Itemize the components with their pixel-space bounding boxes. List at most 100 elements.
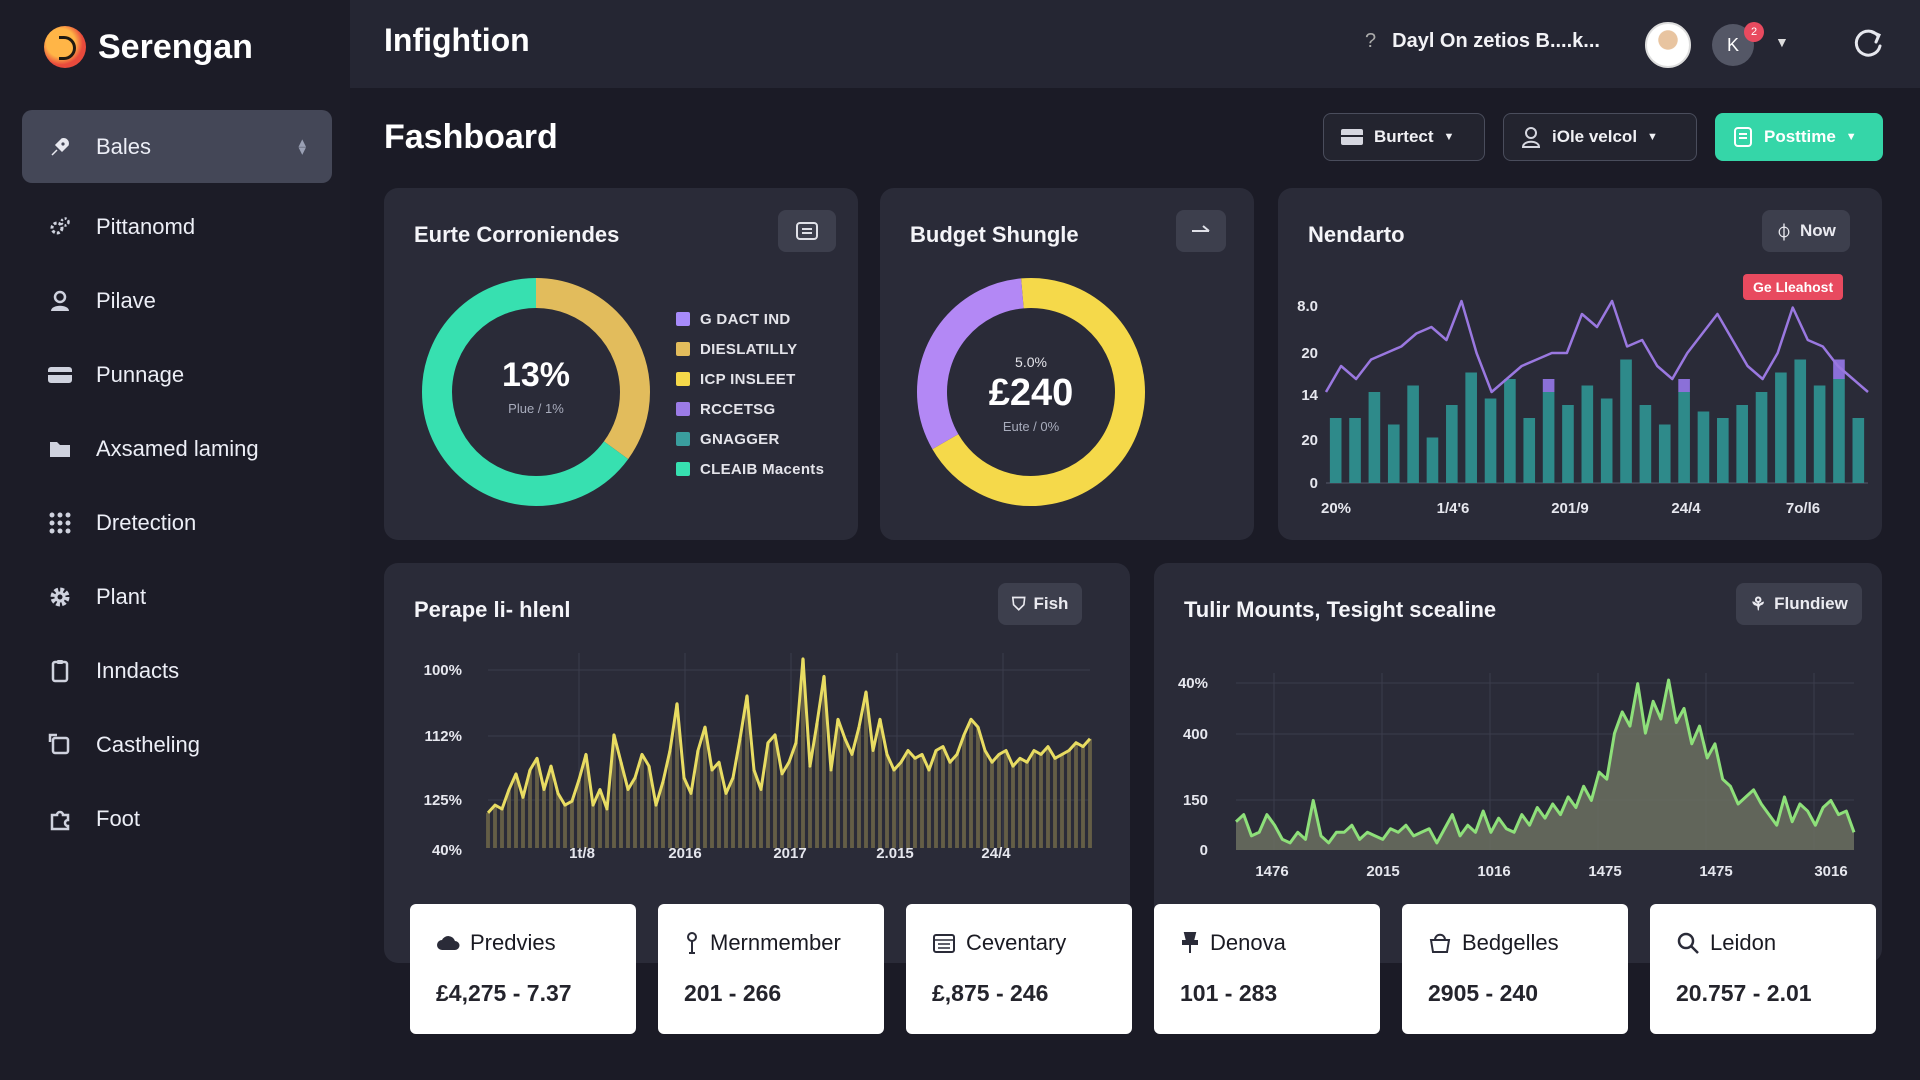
x-tick-label: 1016 <box>1477 863 1510 880</box>
sidebar-item-plant[interactable]: Plant <box>22 561 332 633</box>
x-tick-label: 2.015 <box>876 845 914 862</box>
bar-cap <box>1678 379 1690 392</box>
document-icon <box>1734 127 1752 147</box>
arrow-right-icon <box>1192 225 1210 232</box>
stat-label-row: Ceventary <box>932 930 1066 956</box>
sidebar-item-label: Pilave <box>96 288 156 313</box>
puzzle-icon <box>46 805 74 833</box>
cloud-icon <box>437 936 460 950</box>
stat-card-denova[interactable]: Denova 101 - 283 <box>1154 904 1380 1034</box>
chevron-down-icon: ▼ <box>1845 131 1857 143</box>
stat-card-bedgelles[interactable]: Bedgelles 2905 - 240 <box>1402 904 1628 1034</box>
card-tulir: Tulir Mounts, Tesight scealine ⚘ Flundie… <box>1154 563 1882 963</box>
sidebar-item-pittanomd[interactable]: Pittanomd <box>22 191 332 263</box>
donut-value: £240 <box>988 372 1074 414</box>
bar <box>1833 379 1845 483</box>
donut-center: 13% Plue / 1% <box>420 356 652 416</box>
calendar-icon <box>933 934 955 953</box>
stat-label: Bedgelles <box>1462 930 1559 955</box>
card-expand-button[interactable] <box>1176 210 1226 252</box>
chevron-down-icon[interactable]: ▼ <box>1775 34 1789 50</box>
list-icon <box>796 222 818 240</box>
top-search[interactable]: ? Dayl On zetios B....k... <box>1365 30 1600 53</box>
bar <box>1697 411 1710 483</box>
legend-swatch-5 <box>676 462 690 476</box>
x-tick-label: 7o/l6 <box>1786 500 1820 517</box>
notification-badge[interactable]: 2 <box>1744 22 1764 42</box>
bar <box>1600 398 1613 483</box>
x-tick-label: 24/4 <box>981 845 1011 862</box>
stat-value: 20.757 - 2.01 <box>1676 980 1812 1006</box>
legend-item: CLEAIB Macents <box>676 454 824 484</box>
x-tick-label: 1476 <box>1255 863 1288 880</box>
legend-label: G DACT IND <box>700 310 791 328</box>
card-nendarto: Nendarto ⏀ Now Ge Lleahost 0 20 14 20 8.0 20%… <box>1278 188 1882 540</box>
brand[interactable]: Serengan <box>44 24 253 70</box>
stat-value: 2905 - 240 <box>1428 980 1538 1006</box>
bar <box>1639 405 1652 483</box>
card-perape: Perape li- hlenl ⛉ Fish 40% 125% 112% 100% 1… <box>384 563 1130 963</box>
burtect-label: Burtect <box>1374 127 1434 146</box>
sidebar-item-label: Dretection <box>96 510 197 535</box>
bar <box>1813 385 1826 483</box>
stat-card-mernmember[interactable]: Mernmember 201 - 266 <box>658 904 884 1034</box>
sidebar-item-castheling[interactable]: Castheling <box>22 709 332 781</box>
refresh-icon[interactable] <box>1850 26 1886 62</box>
legend-item: GNAGGER <box>676 424 824 454</box>
stat-card-ceventary[interactable]: Ceventary £,875 - 246 <box>906 904 1132 1034</box>
stat-value: 201 - 266 <box>684 980 782 1006</box>
sidebar-item-foot[interactable]: Foot <box>22 783 332 855</box>
rocket-icon <box>46 133 74 161</box>
card-budget: Budget Shungle 5.0% £240 Eute / 0% <box>880 188 1254 540</box>
burtect-button[interactable]: Burtect ▼ <box>1323 113 1485 161</box>
stat-label-row: Denova <box>1180 930 1286 956</box>
card-menu-button[interactable] <box>778 210 836 252</box>
x-tick-label: 1475 <box>1699 863 1732 880</box>
stat-label: Predvies <box>470 930 556 955</box>
grid-icon <box>46 509 74 537</box>
sidebar-item-axsamed-laming[interactable]: Axsamed laming <box>22 413 332 485</box>
bar <box>1542 392 1555 483</box>
sidebar-item-dretection[interactable]: Dretection <box>22 487 332 559</box>
x-tick-label: 2015 <box>1366 863 1399 880</box>
search-text: Dayl On zetios B....k... <box>1392 30 1600 52</box>
x-tick-label: 2016 <box>668 845 701 862</box>
stat-value: £4,275 - 7.37 <box>436 980 572 1006</box>
donut-top-label: 5.0% <box>1015 354 1047 370</box>
bar-cap <box>1542 379 1555 392</box>
legend-swatch-3 <box>676 402 690 416</box>
vieleol-button[interactable]: iOle velcol ▼ <box>1503 113 1697 161</box>
sidebar-item-label: Inndacts <box>96 658 180 683</box>
stat-card-predvies[interactable]: Predvies £4,275 - 7.37 <box>410 904 636 1034</box>
brand-name: Serengan <box>98 27 253 66</box>
stat-value: £,875 - 246 <box>932 980 1049 1006</box>
bar <box>1717 418 1729 483</box>
sidebar-item-bales[interactable]: Bales ▴ ▾ <box>22 110 332 183</box>
pushpin-icon <box>1182 932 1198 953</box>
sidebar-item-punnage[interactable]: Punnage <box>22 339 332 411</box>
sidebar-item-inndacts[interactable]: Inndacts <box>22 635 332 707</box>
donut-sub: Eute / 0% <box>1002 419 1060 434</box>
sidebar-item-label: Pittanomd <box>96 214 196 239</box>
stat-label-row: Bedgelles <box>1428 930 1559 956</box>
bar <box>1678 392 1690 483</box>
sidebar: Serengan Bales ▴ ▾ Pittanomd Pilave Punn… <box>0 0 350 1080</box>
drawer-icon <box>1341 129 1363 145</box>
bar <box>1446 405 1458 483</box>
card-title: Budget Shungle <box>910 222 1079 247</box>
sidebar-item-pilave[interactable]: Pilave <box>22 265 332 337</box>
y-tick-label: 0 <box>1200 842 1208 859</box>
clipboard-icon <box>46 657 74 685</box>
y-tick-label: 40% <box>432 842 462 859</box>
y-tick-label: 400 <box>1183 726 1208 743</box>
help-icon: ? <box>1365 30 1377 52</box>
page-title: Fashboard <box>384 118 558 156</box>
legend-label: CLEAIB Macents <box>700 460 825 478</box>
stat-card-leidon[interactable]: Leidon 20.757 - 2.01 <box>1650 904 1876 1034</box>
gear-icon <box>46 583 74 611</box>
posttime-button[interactable]: Posttime ▼ <box>1715 113 1883 161</box>
bar <box>1426 437 1439 483</box>
avatar[interactable] <box>1645 22 1691 68</box>
app-title: Infightion <box>384 22 530 58</box>
top-bar: Infightion ? Dayl On zetios B....k... K … <box>350 0 1920 88</box>
